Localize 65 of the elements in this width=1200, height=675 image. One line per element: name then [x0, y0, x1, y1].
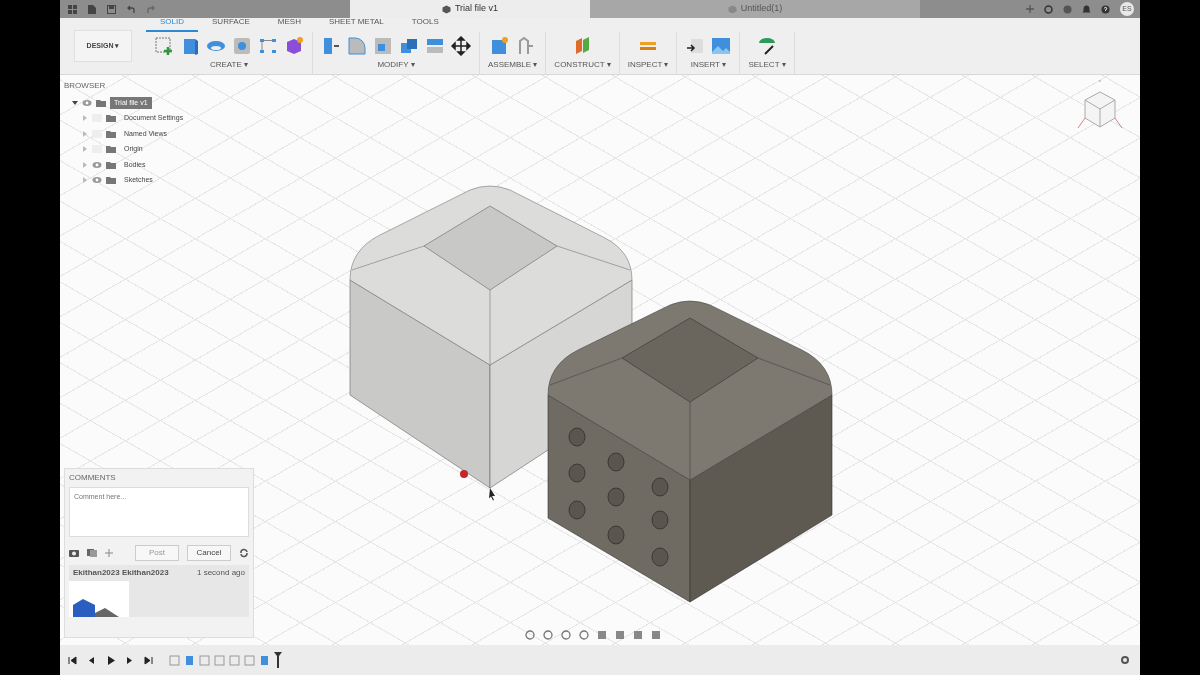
sketch-icon[interactable] — [154, 36, 174, 56]
file-icon[interactable] — [87, 4, 97, 14]
timeline-marker[interactable] — [274, 652, 282, 668]
save-icon[interactable] — [107, 4, 116, 14]
cube-icon — [441, 4, 451, 14]
snapshot-icon[interactable] — [87, 548, 97, 557]
extrude-feature-icon[interactable] — [184, 654, 195, 666]
ribbon-tab[interactable]: MESH — [263, 16, 315, 32]
previous-icon[interactable] — [87, 655, 96, 665]
expand-arrow-icon[interactable] — [82, 115, 88, 122]
comment-button[interactable]: Cancel — [187, 544, 231, 561]
expand-arrow-icon[interactable] — [82, 130, 88, 137]
pattern-icon[interactable] — [258, 36, 278, 56]
tool-group-menu[interactable]: INSERT ▾ — [690, 60, 727, 70]
pivot-point[interactable] — [460, 470, 468, 478]
move-icon[interactable] — [451, 36, 471, 56]
redo-icon[interactable] — [146, 4, 156, 14]
panel-title: BROWSER — [64, 80, 106, 92]
comment-author: Ekithan2023 Ekithan2023 — [73, 566, 169, 579]
add-icon[interactable] — [1026, 5, 1034, 13]
ribbon-tab[interactable]: SHEET METAL — [314, 16, 398, 32]
play-icon[interactable] — [106, 655, 115, 665]
bell-icon[interactable] — [1082, 4, 1091, 14]
comment-time: 1 second ago — [196, 566, 245, 579]
last-icon[interactable] — [144, 655, 153, 665]
select-icon[interactable] — [757, 36, 777, 56]
split-icon[interactable] — [425, 36, 445, 56]
tool-group-menu[interactable]: CONSTRUCT ▾ — [554, 60, 611, 70]
help-icon[interactable] — [1101, 4, 1110, 14]
image-icon[interactable] — [711, 36, 732, 56]
dark-cube-drawing[interactable] — [547, 300, 833, 603]
insert-icon[interactable] — [685, 36, 706, 56]
collapse-arrow-icon[interactable] — [72, 99, 78, 106]
tool-group-menu[interactable]: ASSEMBLE ▾ — [488, 60, 538, 70]
chamfer-icon[interactable] — [373, 36, 393, 56]
model-thumbnail[interactable] — [69, 580, 129, 617]
eye-icon[interactable] — [82, 98, 92, 107]
tool-group-menu[interactable]: SELECT ▾ — [748, 60, 786, 70]
tool-group-menu[interactable]: MODIFY ▾ — [377, 60, 415, 70]
document-tab[interactable]: Trial file v1 — [350, 0, 590, 18]
cube-icon — [727, 4, 737, 14]
view-cube-drawing[interactable] — [1077, 79, 1123, 129]
apps-grid-icon[interactable] — [68, 4, 77, 14]
add-icon[interactable] — [105, 548, 113, 557]
eye-icon[interactable] — [92, 160, 102, 169]
ribbon-tab[interactable]: SURFACE — [198, 16, 264, 32]
expand-arrow-icon[interactable] — [82, 177, 88, 184]
tool-group-menu[interactable]: INSPECT ▾ — [627, 60, 669, 70]
press-pull-icon[interactable] — [321, 36, 341, 56]
camera-icon[interactable] — [69, 548, 79, 557]
first-icon[interactable] — [68, 655, 77, 665]
combine-icon[interactable] — [399, 36, 419, 56]
tool-group-menu[interactable]: CREATE ▾ — [209, 60, 249, 70]
ribbon-tab[interactable]: TOOLS — [397, 16, 453, 32]
form-icon[interactable] — [284, 36, 304, 56]
eye-icon[interactable] — [92, 176, 102, 185]
fillet-icon[interactable] — [347, 36, 367, 56]
cursor-icon — [489, 488, 495, 501]
next-icon[interactable] — [125, 655, 134, 665]
panel-title: COMMENTS — [69, 473, 116, 482]
undo-icon[interactable] — [126, 4, 136, 14]
expand-arrow-icon[interactable] — [82, 146, 88, 153]
shell-icon[interactable] — [232, 36, 252, 56]
component-icon[interactable] — [489, 36, 510, 56]
expand-arrow-icon[interactable] — [82, 161, 88, 168]
